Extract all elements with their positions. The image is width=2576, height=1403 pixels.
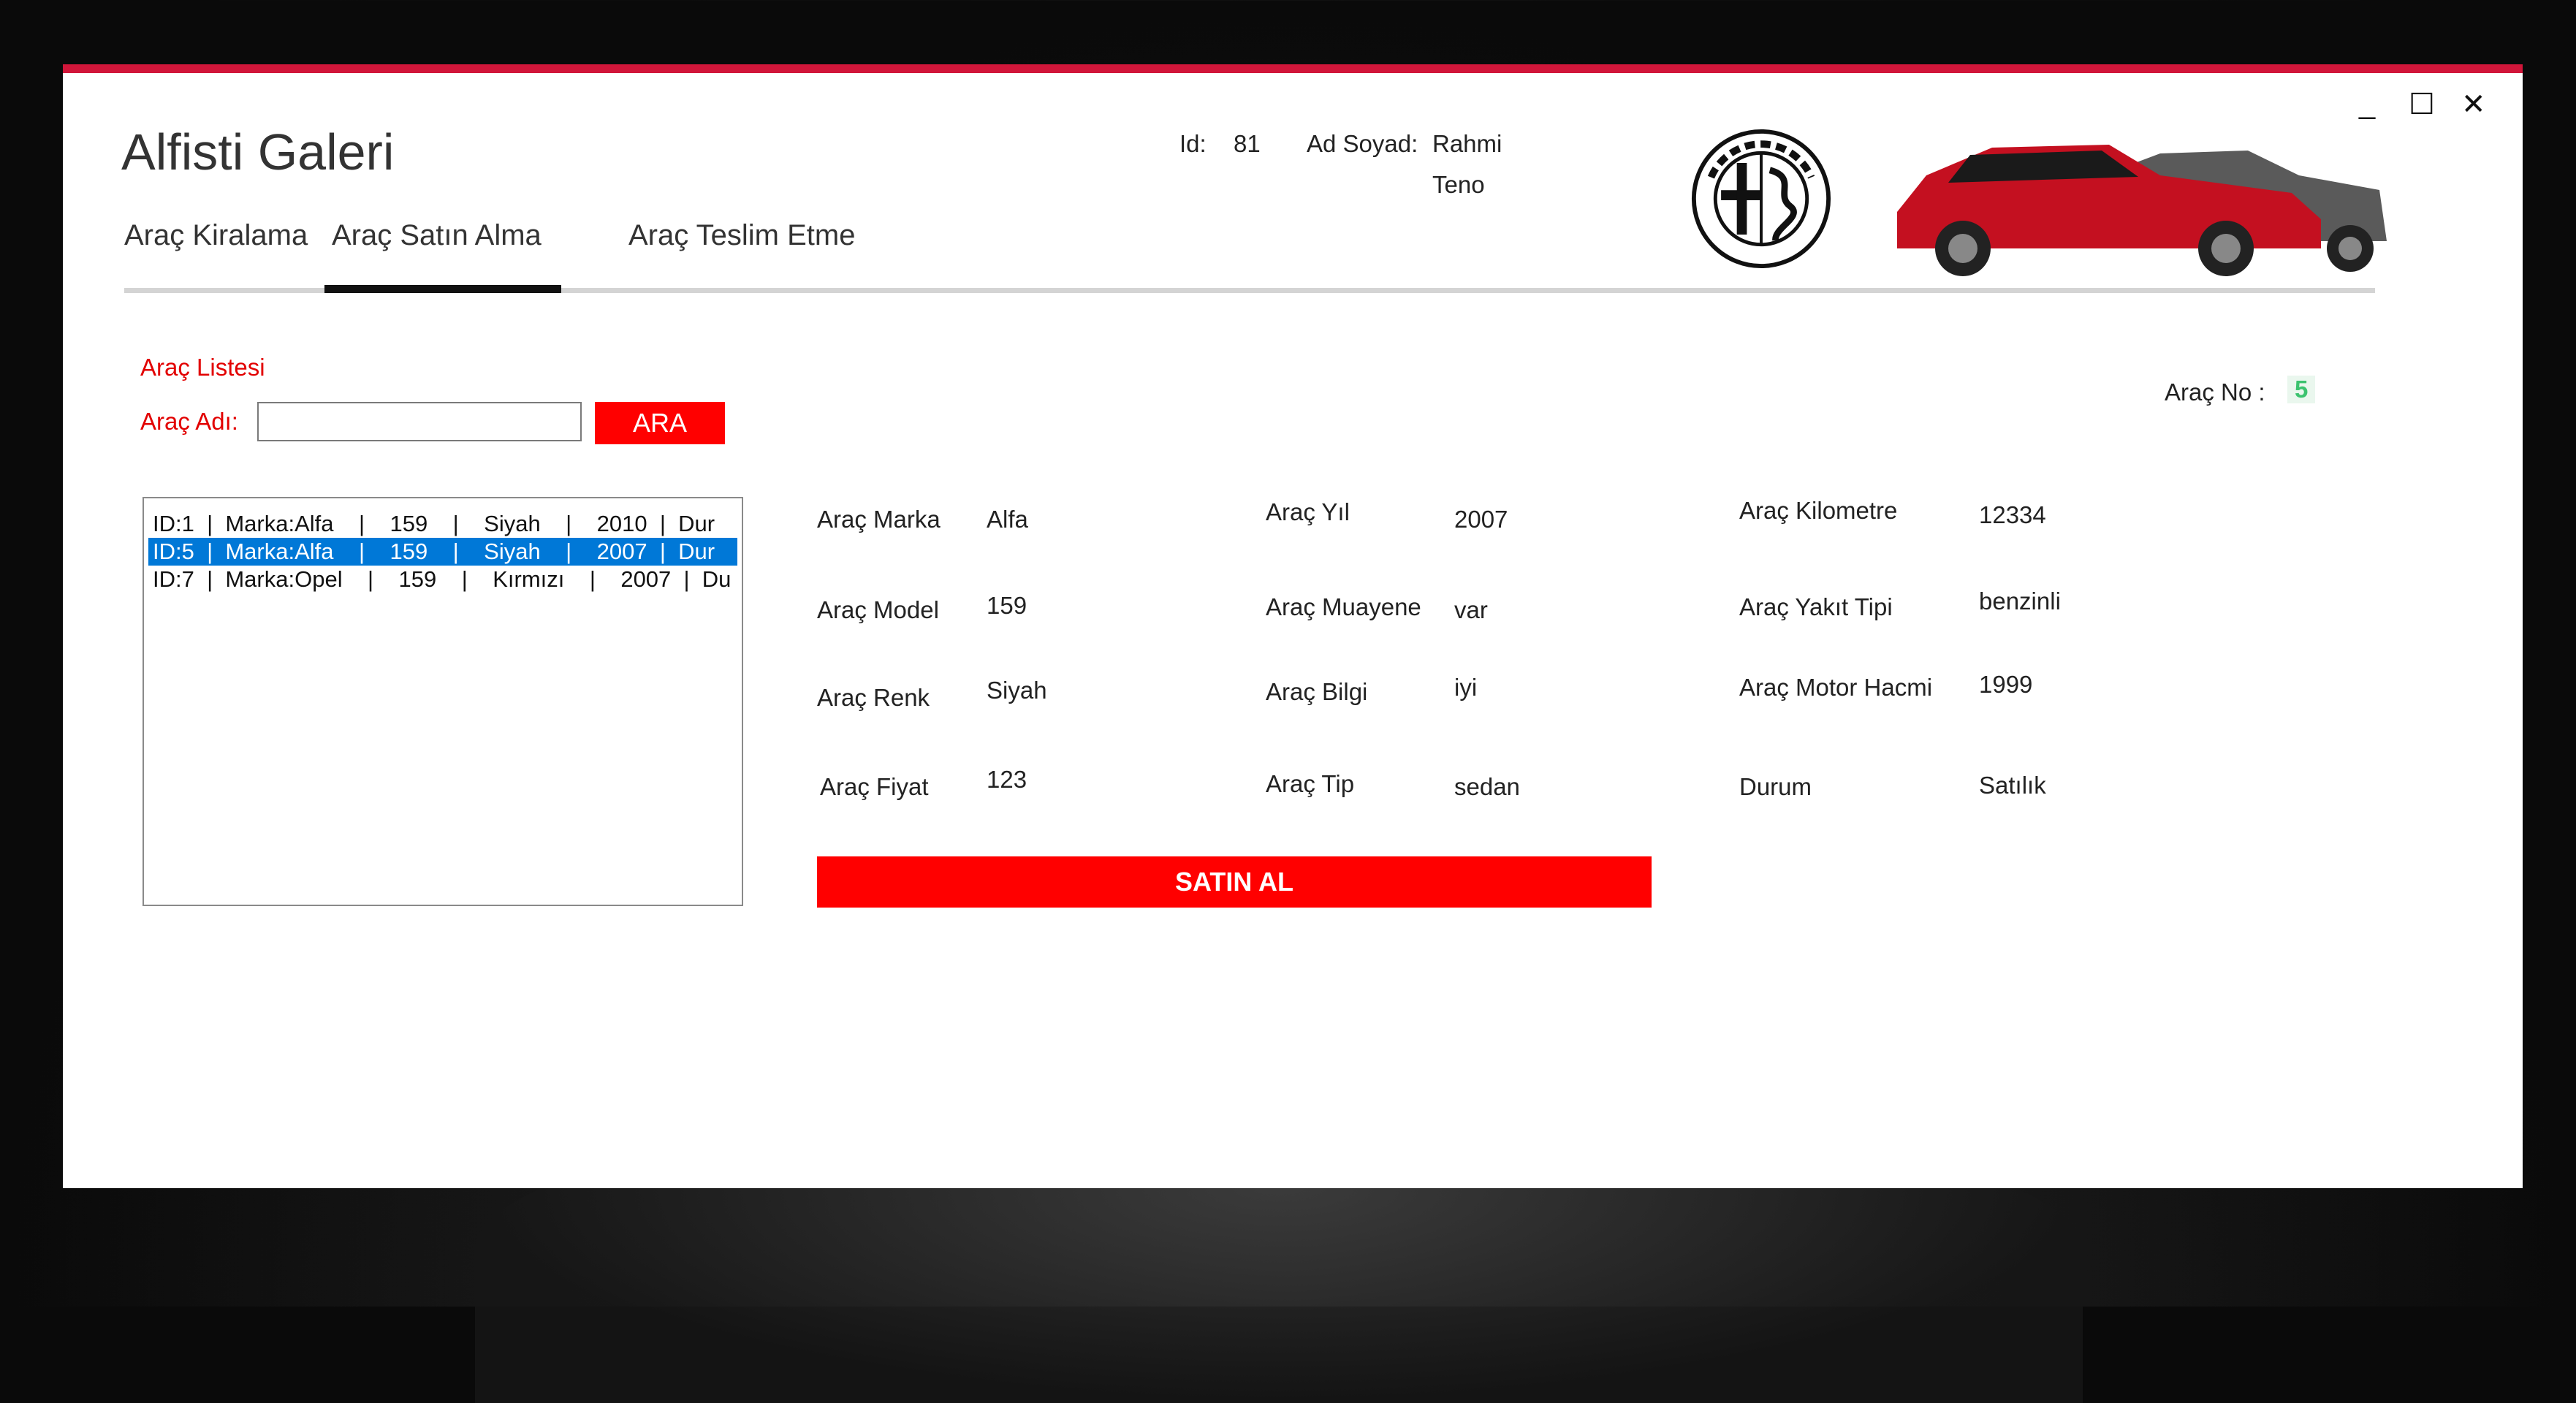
marka-label: Araç Marka bbox=[817, 506, 941, 533]
app-window: _ ☐ ✕ Alfisti Galeri Id: 81 Ad Soyad: Ra… bbox=[63, 64, 2523, 1188]
minimize-button[interactable]: _ bbox=[2359, 88, 2375, 121]
active-tab-indicator bbox=[324, 285, 561, 293]
list-item-selected[interactable]: ID:5 | Marka:Alfa | 159 | Siyah | 2007 |… bbox=[148, 538, 737, 566]
list-item[interactable]: ID:1 | Marka:Alfa | 159 | Siyah | 2010 |… bbox=[148, 510, 737, 538]
tab-strip: Araç Kiralama Araç Satın Alma Araç Tesli… bbox=[124, 219, 2375, 292]
user-last-name: Teno bbox=[1432, 171, 1485, 198]
muayene-label: Araç Muayene bbox=[1266, 593, 1421, 620]
durum-label: Durum bbox=[1739, 773, 1812, 800]
tip-value: sedan bbox=[1454, 773, 1520, 800]
yakit-value: benzinli bbox=[1979, 588, 2061, 615]
kilometre-label: Araç Kilometre bbox=[1739, 497, 1898, 524]
vehicle-name-input[interactable] bbox=[257, 402, 582, 441]
user-name-label: Ad Soyad: bbox=[1307, 130, 1418, 157]
renk-label: Araç Renk bbox=[817, 684, 930, 711]
kilometre-value: 12334 bbox=[1979, 501, 2046, 528]
buy-button[interactable]: SATIN AL bbox=[817, 856, 1652, 908]
model-value: 159 bbox=[987, 592, 1027, 619]
tab-arac-satin-alma[interactable]: Araç Satın Alma bbox=[332, 219, 542, 270]
user-id-label: Id: bbox=[1179, 130, 1207, 157]
user-first-name: Rahmi bbox=[1432, 130, 1502, 157]
fiyat-label: Araç Fiyat bbox=[820, 773, 929, 800]
tab-arac-kiralama[interactable]: Araç Kiralama bbox=[124, 219, 308, 270]
vehicle-no-value: 5 bbox=[2287, 376, 2316, 403]
app-title: Alfisti Galeri bbox=[121, 123, 395, 180]
durum-value: Satılık bbox=[1979, 772, 2046, 799]
tab-arac-teslim-etme[interactable]: Araç Teslim Etme bbox=[628, 219, 855, 270]
motor-value: 1999 bbox=[1979, 671, 2033, 698]
motor-label: Araç Motor Hacmi bbox=[1739, 674, 1933, 701]
close-button[interactable]: ✕ bbox=[2461, 88, 2486, 121]
marka-value: Alfa bbox=[987, 506, 1028, 533]
yil-label: Araç Yıl bbox=[1266, 498, 1350, 525]
vehicle-listbox[interactable]: ID:1 | Marka:Alfa | 159 | Siyah | 2010 |… bbox=[143, 497, 743, 906]
yakit-label: Araç Yakıt Tipi bbox=[1739, 593, 1893, 620]
maximize-button[interactable]: ☐ bbox=[2409, 88, 2435, 121]
bilgi-label: Araç Bilgi bbox=[1266, 678, 1368, 705]
vehicle-list-title: Araç Listesi bbox=[140, 354, 265, 381]
bilgi-value: iyi bbox=[1454, 674, 1478, 701]
fiyat-value: 123 bbox=[987, 766, 1027, 793]
search-button[interactable]: ARA bbox=[595, 402, 725, 444]
renk-value: Siyah bbox=[987, 677, 1047, 704]
muayene-value: var bbox=[1454, 596, 1488, 623]
user-id-value: 81 bbox=[1234, 130, 1261, 157]
vehicle-name-label: Araç Adı: bbox=[140, 408, 238, 435]
list-item[interactable]: ID:7 | Marka:Opel | 159 | Kırmızı | 2007… bbox=[148, 566, 737, 593]
model-label: Araç Model bbox=[817, 596, 939, 623]
vehicle-no-label: Araç No : bbox=[2165, 379, 2265, 406]
tip-label: Araç Tip bbox=[1266, 770, 1355, 797]
yil-value: 2007 bbox=[1454, 506, 1508, 533]
